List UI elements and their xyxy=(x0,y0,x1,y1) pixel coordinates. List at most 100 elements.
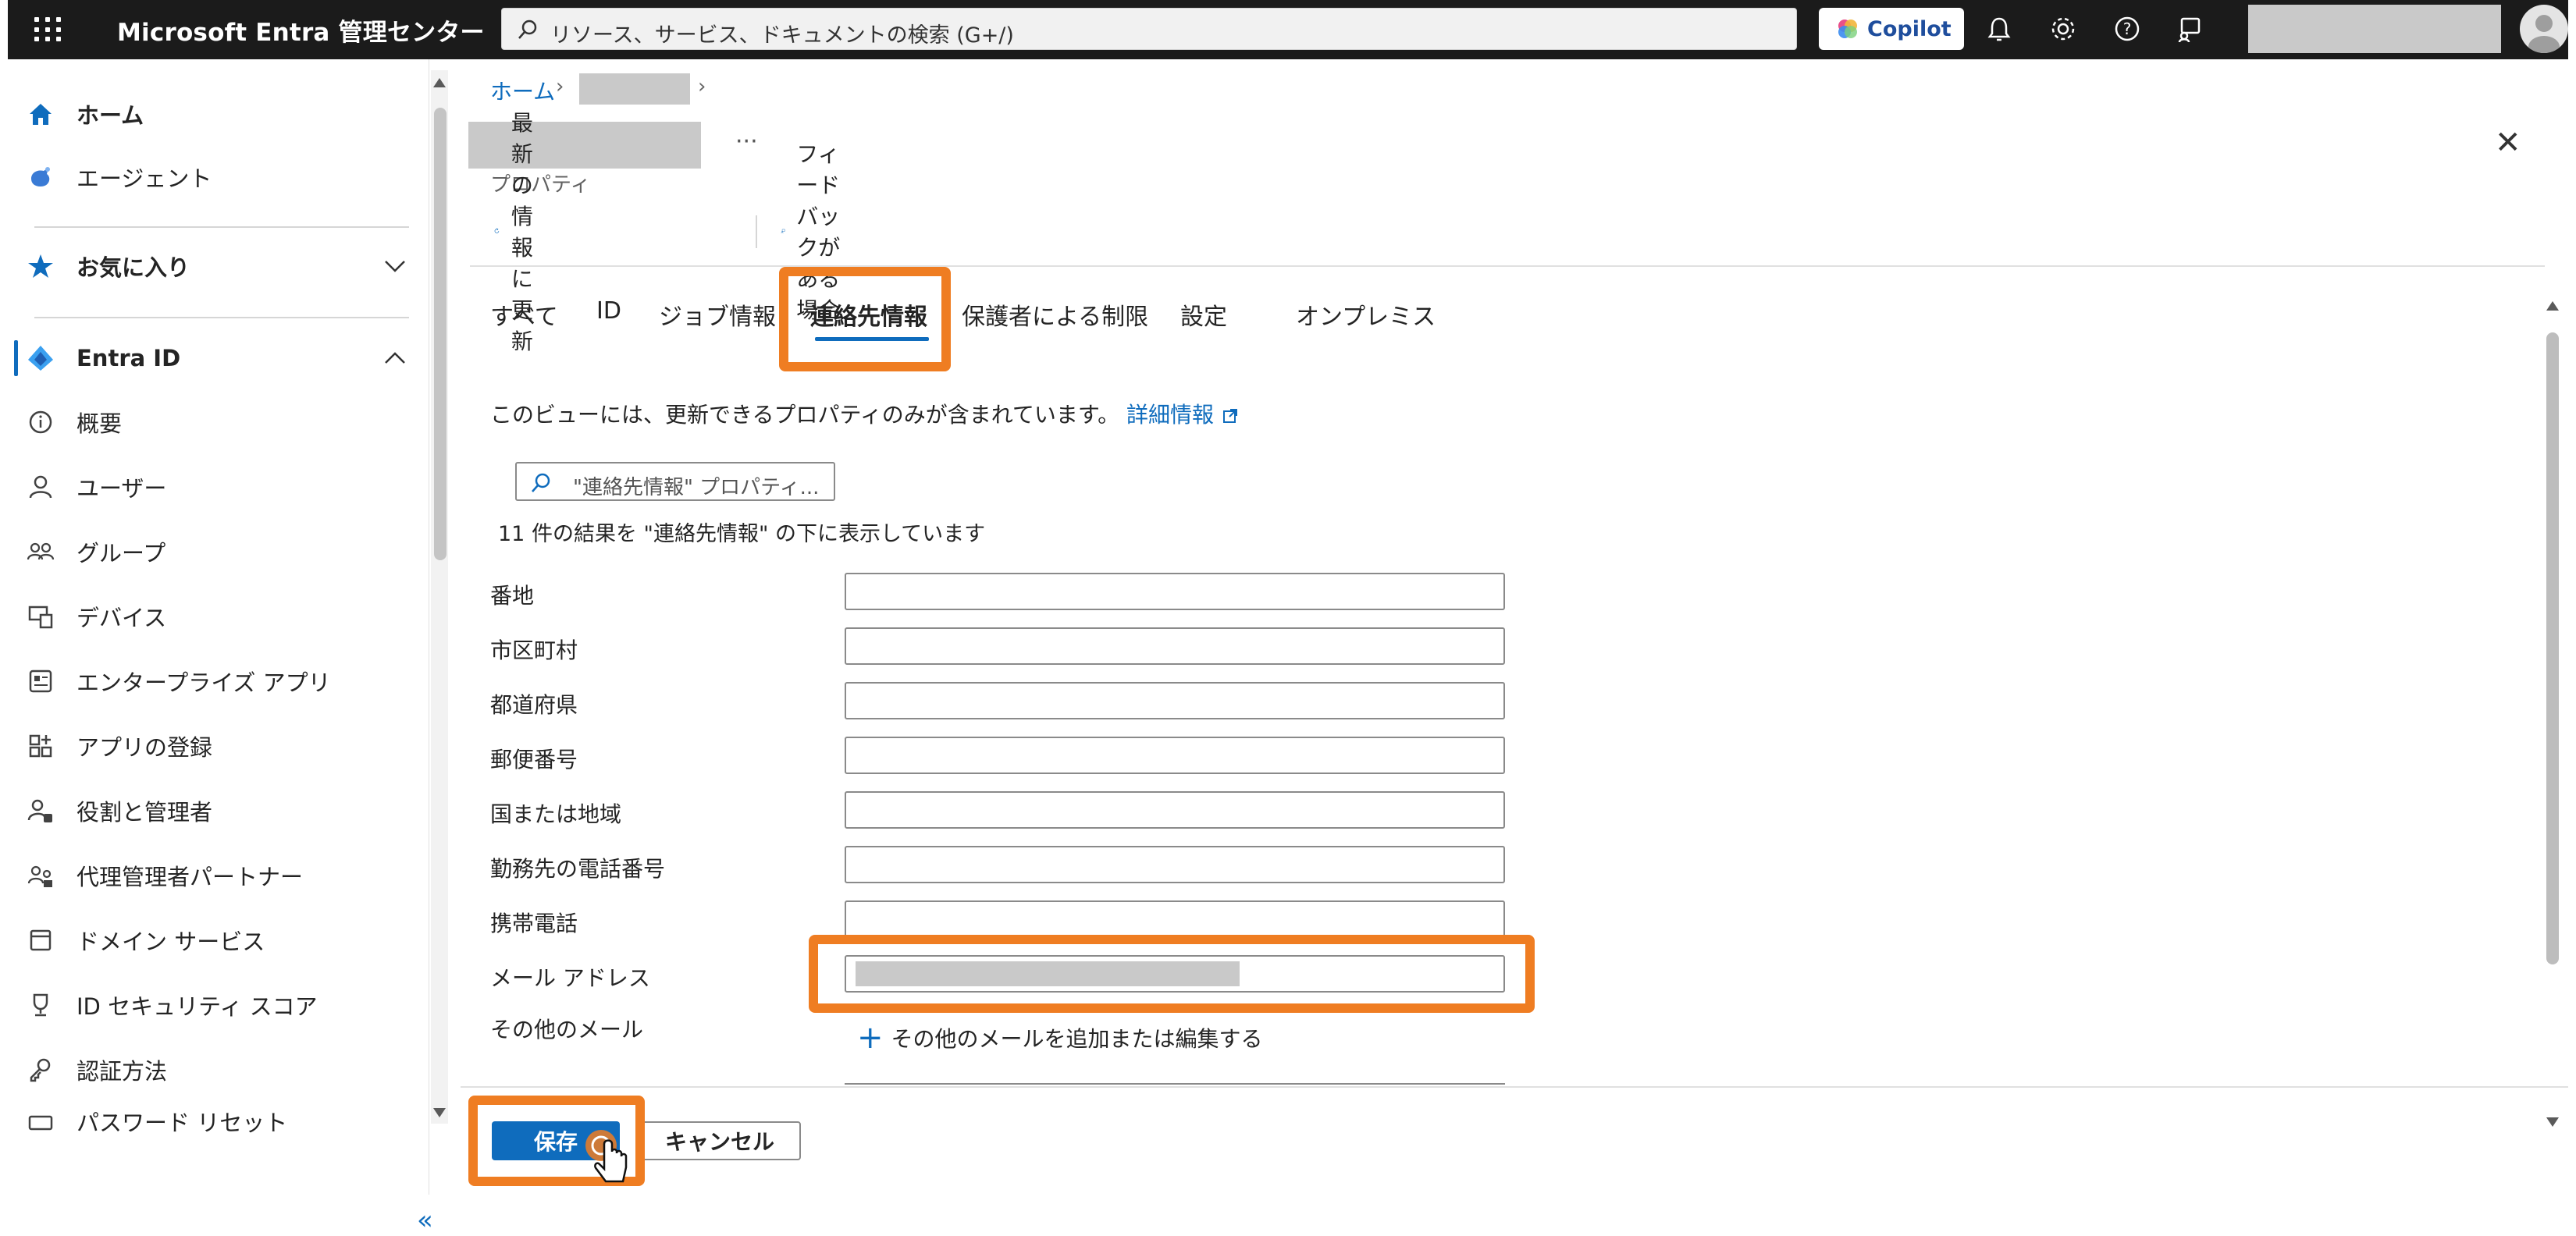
sidebar-item-devices[interactable]: デバイス xyxy=(8,589,422,644)
search-icon xyxy=(532,473,550,492)
sidebar-item-label: デバイス xyxy=(76,605,167,631)
content-scrollbar[interactable] xyxy=(2543,293,2562,1127)
tab-on-premises[interactable]: オンプレミス xyxy=(1296,297,1436,332)
state-input[interactable] xyxy=(845,682,1505,719)
sidebar-item-label: 認証方法 xyxy=(76,1058,168,1085)
app-window: Microsoft Entra 管理センター リソース、サービス、ドキュメントの… xyxy=(0,0,2576,1236)
tab-all[interactable]: すべて xyxy=(490,297,558,332)
nav-entra-id[interactable]: Entra ID xyxy=(8,331,422,385)
page-title-redacted xyxy=(468,122,701,169)
notification-bell-icon[interactable] xyxy=(1983,12,2016,45)
tab-settings[interactable]: 設定 xyxy=(1180,297,1227,332)
settings-gear-icon[interactable] xyxy=(2047,12,2080,45)
scroll-down-arrow-icon[interactable] xyxy=(432,1106,447,1119)
field-label-email: メール アドレス xyxy=(490,965,650,991)
field-label-business-phone: 勤務先の電話番号 xyxy=(490,856,666,882)
feedback-button[interactable]: フィードバックがある場合 xyxy=(781,141,841,323)
street-input[interactable] xyxy=(845,573,1505,610)
sidebar-item-label: ドメイン サービス xyxy=(76,929,265,955)
nav-agent-label: エージェント xyxy=(76,165,212,192)
nav-entra-id-label: Entra ID xyxy=(76,345,181,371)
postal-code-input[interactable] xyxy=(845,737,1505,774)
sidebar-item-label: 概要 xyxy=(76,410,123,437)
business-phone-input[interactable] xyxy=(845,846,1505,883)
app-launcher-icon[interactable] xyxy=(31,14,62,45)
brand-title[interactable]: Microsoft Entra 管理センター xyxy=(117,12,485,48)
sidebar-item-groups[interactable]: グループ xyxy=(8,524,422,579)
feedback-icon[interactable] xyxy=(2173,12,2206,45)
global-search-input[interactable]: リソース、サービス、ドキュメントの検索 (G+/) xyxy=(501,8,1797,50)
top-bar: Microsoft Entra 管理センター リソース、サービス、ドキュメントの… xyxy=(8,0,2568,59)
device-icon xyxy=(28,606,53,629)
sidebar-item-overview[interactable]: 概要 xyxy=(8,395,422,449)
property-filter-input[interactable]: "連絡先情報" プロパティ... xyxy=(515,462,835,501)
external-link-icon[interactable] xyxy=(1221,407,1240,425)
field-label-mobile-phone: 携帯電話 xyxy=(490,911,578,936)
breadcrumb-home[interactable]: ホーム xyxy=(490,75,555,106)
content-scrollbar-thumb[interactable] xyxy=(2546,332,2559,964)
mobile-phone-input[interactable] xyxy=(845,900,1505,938)
home-icon xyxy=(30,104,52,125)
user-avatar[interactable] xyxy=(2520,5,2568,53)
info-message: このビューには、更新できるプロパティのみが含まれています。 詳細情報 xyxy=(490,398,1240,429)
breadcrumb-separator: › xyxy=(698,75,706,98)
chevron-up-icon[interactable] xyxy=(381,344,409,372)
info-text: このビューには、更新できるプロパティのみが含まれています。 xyxy=(490,402,1120,428)
nav-divider xyxy=(34,317,409,318)
field-label-postal-code: 郵便番号 xyxy=(490,747,578,772)
copilot-icon xyxy=(1838,20,1857,38)
sidebar-item-partners[interactable]: 代理管理者パートナー xyxy=(8,848,422,903)
nav-agent[interactable]: エージェント xyxy=(8,150,422,204)
sidebar-item-password-reset[interactable]: パスワード リセット xyxy=(8,1102,422,1141)
result-count: 11 件の結果を "連絡先情報" の下に表示しています xyxy=(498,522,986,546)
cancel-button[interactable]: キャンセル xyxy=(639,1121,801,1160)
trophy-icon xyxy=(33,993,48,1017)
command-divider xyxy=(756,215,757,248)
domain-icon xyxy=(30,929,52,951)
sidebar-item-label: ユーザー xyxy=(76,475,167,502)
country-input[interactable] xyxy=(845,791,1505,829)
scroll-up-arrow-icon[interactable] xyxy=(2545,300,2560,312)
sidebar-item-roles[interactable]: 役割と管理者 xyxy=(8,783,422,838)
nav-divider xyxy=(34,226,409,228)
nav-home[interactable]: ホーム xyxy=(8,87,422,141)
sidebar-item-domain-services[interactable]: ドメイン サービス xyxy=(8,913,422,968)
tab-job-info[interactable]: ジョブ情報 xyxy=(659,297,776,332)
field-label-state: 都道府県 xyxy=(490,692,578,718)
sidebar-scrollbar-thumb[interactable] xyxy=(434,108,447,560)
collapse-sidebar-button[interactable]: « xyxy=(417,1205,433,1236)
add-other-email-button[interactable]: + その他のメールを追加または編集する xyxy=(857,1022,1263,1053)
tab-parental-controls[interactable]: 保護者による制限 xyxy=(962,297,1148,332)
more-options-button[interactable]: ··· xyxy=(735,128,758,155)
sidebar-item-label: 役割と管理者 xyxy=(76,799,213,826)
tab-highlight-annotation xyxy=(779,267,951,371)
command-bar-divider xyxy=(470,265,2545,267)
close-button[interactable]: ✕ xyxy=(2495,125,2521,161)
entra-id-icon xyxy=(28,346,53,371)
learn-more-link[interactable]: 詳細情報 xyxy=(1126,402,1214,428)
scroll-down-arrow-icon[interactable] xyxy=(2545,1116,2560,1128)
sidebar-item-users[interactable]: ユーザー xyxy=(8,460,422,514)
help-icon[interactable]: ? xyxy=(2111,12,2144,45)
left-navigation: ホーム エージェント お気に入り Entra ID 概要 ユーザー グループ デ… xyxy=(8,59,433,1236)
field-label-street: 番地 xyxy=(490,583,535,609)
sidebar-item-label: ID セキュリティ スコア xyxy=(76,993,318,1020)
auth-method-icon xyxy=(30,1058,51,1082)
refresh-button[interactable]: 最新の情報に更新 xyxy=(493,110,554,354)
breadcrumb-user-redacted[interactable] xyxy=(579,73,690,105)
account-name-redacted[interactable] xyxy=(2248,5,2501,53)
copilot-button[interactable]: Copilot xyxy=(1819,8,1964,50)
sidebar-item-secure-score[interactable]: ID セキュリティ スコア xyxy=(8,978,422,1032)
scroll-up-arrow-icon[interactable] xyxy=(432,76,447,89)
breadcrumb-separator: › xyxy=(556,75,564,98)
tab-id[interactable]: ID xyxy=(596,297,621,325)
roles-icon xyxy=(27,799,52,822)
sidebar-item-enterprise-apps[interactable]: エンタープライズ アプリ xyxy=(8,654,422,709)
sidebar-item-app-registrations[interactable]: アプリの登録 xyxy=(8,719,422,773)
city-input[interactable] xyxy=(845,627,1505,665)
feedback-icon xyxy=(781,229,785,233)
chevron-down-icon[interactable] xyxy=(381,252,409,280)
nav-favorites[interactable]: お気に入り xyxy=(8,239,422,293)
sidebar-item-auth-methods[interactable]: 認証方法 xyxy=(8,1042,422,1097)
enterprise-app-icon xyxy=(29,670,52,693)
